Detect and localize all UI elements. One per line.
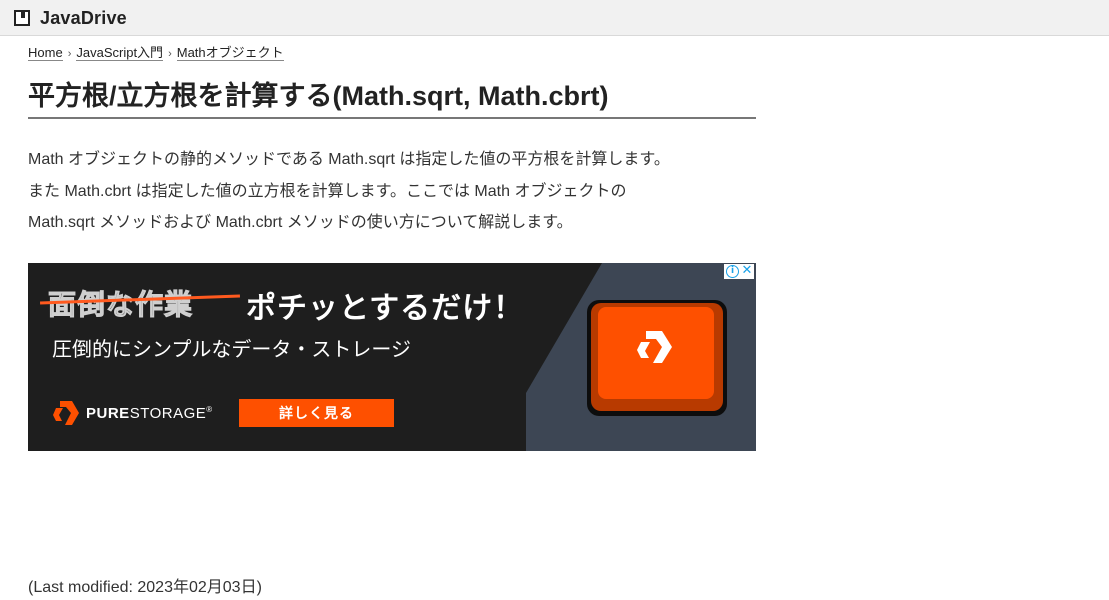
breadcrumb-home[interactable]: Home: [28, 45, 63, 61]
orange-key-icon: [587, 300, 727, 416]
ad-banner[interactable]: 面倒な作業 ポチッとするだけ！ 圧倒的にシンプルなデータ・ストレージ PURES…: [28, 263, 756, 451]
site-header: JavaDrive: [0, 0, 1109, 36]
info-icon[interactable]: i: [726, 265, 739, 278]
article-intro: Math オブジェクトの静的メソッドである Math.sqrt は指定した値の平…: [28, 144, 768, 239]
ad-choices-badge[interactable]: i ✕: [724, 264, 754, 279]
ad-headline: ポチッとするだけ！: [246, 292, 525, 325]
breadcrumb-math-object[interactable]: Mathオブジェクト: [176, 45, 284, 61]
close-icon[interactable]: ✕: [741, 264, 753, 279]
pure-storage-logo-icon: [53, 401, 79, 425]
intro-line: また Math.cbrt は指定した値の立方根を計算します。ここでは Math …: [28, 182, 627, 200]
page-title: 平方根/立方根を計算する(Math.sqrt, Math.cbrt): [28, 74, 756, 119]
ad-cta-button[interactable]: 詳しく見る: [239, 399, 394, 427]
breadcrumb: Home › JavaScript入門 › Mathオブジェクト: [28, 42, 284, 61]
breadcrumb-javascript[interactable]: JavaScript入門: [76, 45, 164, 61]
breadcrumb-separator: ›: [168, 48, 172, 60]
ad-brand-bold: PURE: [86, 405, 130, 422]
breadcrumb-separator: ›: [67, 48, 72, 60]
last-modified: (Last modified: 2023年02月03日): [28, 579, 262, 596]
book-icon[interactable]: [14, 10, 30, 26]
intro-line: Math.sqrt メソッドおよび Math.cbrt メソッドの使い方について…: [28, 214, 573, 231]
ad-brand-name: PURESTORAGE®: [86, 405, 213, 422]
site-name-link[interactable]: JavaDrive: [40, 8, 127, 29]
ad-subtext: 圧倒的にシンプルなデータ・ストレージ: [52, 339, 411, 361]
ad-brand-rest: STORAGE: [129, 405, 207, 422]
ad-brand-mark: ®: [206, 405, 213, 414]
intro-line: Math オブジェクトの静的メソッドである Math.sqrt は指定した値の平…: [28, 151, 670, 168]
